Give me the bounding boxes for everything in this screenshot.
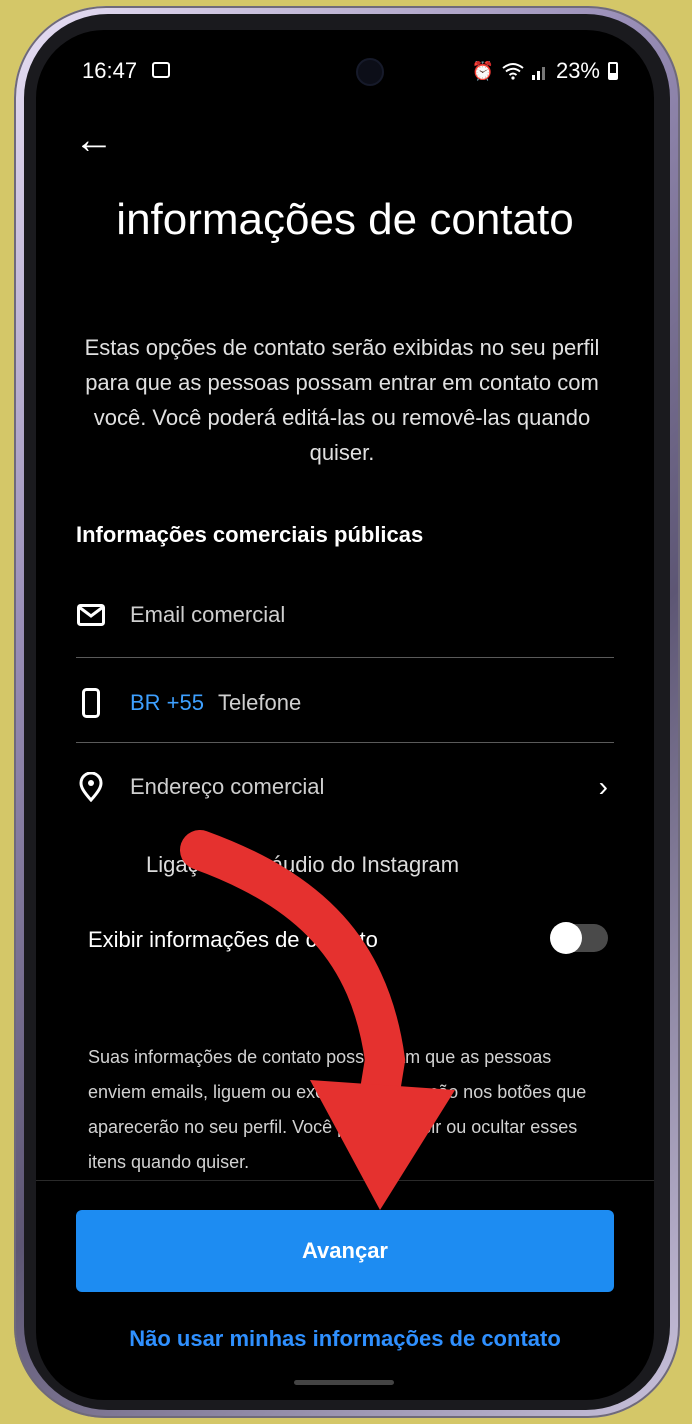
page-title: informações de contato [116, 195, 574, 244]
email-field[interactable]: Email comercial [76, 580, 614, 650]
mail-icon [76, 600, 106, 630]
status-bar: 16:47 ⏰ 23% [36, 54, 654, 94]
location-pin-icon [76, 772, 106, 802]
skip-contact-link[interactable]: Não usar minhas informações de contato [36, 1326, 654, 1352]
divider [76, 742, 614, 743]
page-description: Estas opções de contato serão exibidas n… [84, 335, 600, 465]
home-indicator [294, 1380, 394, 1385]
address-field[interactable]: Endereço comercial › [76, 752, 614, 822]
alarm-icon: ⏰ [471, 61, 494, 81]
status-time: 16:47 [82, 58, 138, 83]
back-arrow-icon[interactable]: ← [74, 120, 114, 160]
display-contact-toggle[interactable] [550, 922, 608, 954]
gallery-notification-icon [152, 62, 170, 78]
audio-calls-option[interactable]: Ligações de áudio do Instagram [146, 852, 459, 878]
country-code-selector[interactable]: BR +55 [130, 690, 204, 716]
divider [76, 657, 614, 658]
battery-icon [608, 62, 618, 80]
public-info-heading: Informações comerciais públicas [76, 522, 424, 547]
phone-field[interactable]: BR +55 Telefone [76, 668, 614, 738]
status-icons: ⏰ 23% [472, 58, 618, 84]
wifi-icon [502, 63, 524, 80]
footer-divider [36, 1180, 654, 1181]
chevron-right-icon: › [598, 771, 608, 802]
email-placeholder: Email comercial [130, 602, 286, 627]
front-camera [356, 58, 384, 86]
toggle-knob [550, 922, 582, 954]
app-screen: 16:47 ⏰ 23% ← informações de contato Est… [36, 30, 654, 1400]
next-button[interactable]: Avançar [76, 1210, 614, 1292]
address-label: Endereço comercial [130, 774, 325, 799]
battery-percent: 23% [555, 58, 600, 83]
display-contact-label: Exibir informações de contato [88, 927, 378, 952]
phone-icon [76, 688, 106, 718]
display-contact-info: Suas informações de contato possibilitam… [88, 1047, 587, 1172]
signal-icon [531, 67, 545, 80]
phone-placeholder: Telefone [218, 690, 302, 715]
display-contact-row: Exibir informações de contato [88, 910, 614, 970]
